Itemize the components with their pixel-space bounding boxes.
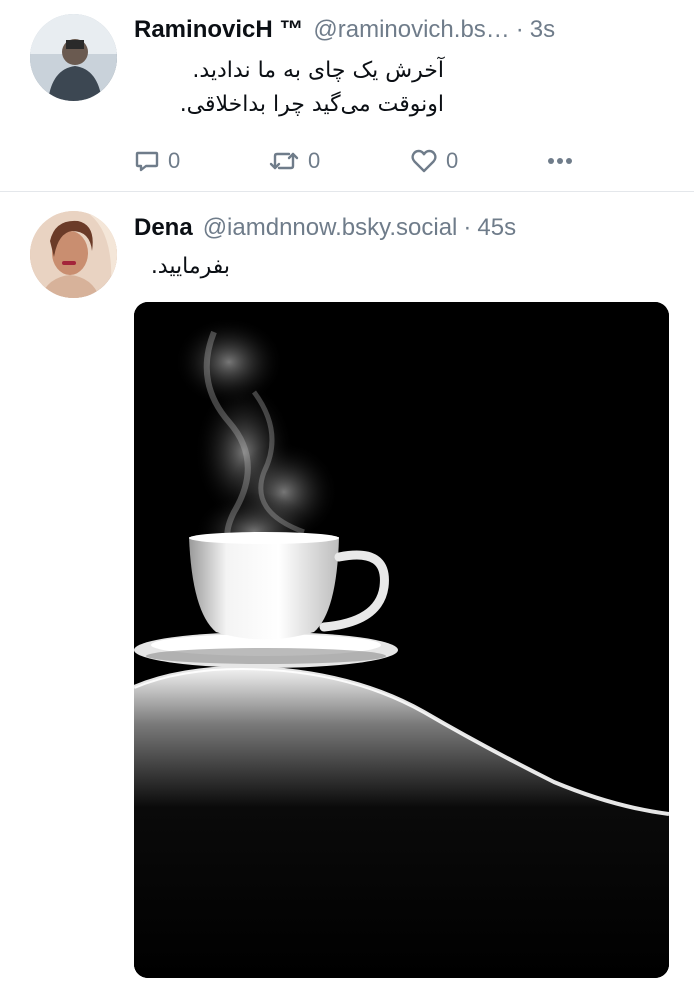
author-avatar[interactable] <box>30 14 117 101</box>
repost-button[interactable]: 0 <box>268 145 320 177</box>
avatar-image <box>30 211 117 298</box>
header-separator: · <box>515 16 524 43</box>
author-handle[interactable]: @iamdnnow.bsky.social <box>203 212 458 244</box>
repost-count: 0 <box>308 148 321 173</box>
post-text-line: آخرش یک چای به ما ندادید. <box>192 58 444 83</box>
more-icon <box>546 148 574 174</box>
post-text: بفرمایید. <box>134 250 230 284</box>
post-header: RaminovicH ™ @raminovich.bs… · 3s <box>134 14 674 46</box>
post-text-line: اونوقت می‌گید چرا بداخلاقی. <box>179 92 444 117</box>
post-header: Dena @iamdnnow.bsky.social · 45s <box>134 212 674 244</box>
author-handle[interactable]: @raminovich.bs… <box>313 14 509 46</box>
post-timestamp[interactable]: 45s <box>477 212 516 244</box>
avatar-image <box>30 14 117 101</box>
author-display-name[interactable]: Dena <box>134 212 193 244</box>
header-separator: · <box>463 214 472 241</box>
post-actions: 0 0 0 <box>134 145 594 177</box>
feed-post[interactable]: Dena @iamdnnow.bsky.social · 45s بفرمایی… <box>0 192 694 1000</box>
post-text: آخرش یک چای به ما ندادید. اونوقت می‌گید … <box>134 54 444 122</box>
like-count: 0 <box>446 148 459 173</box>
reply-count: 0 <box>168 148 181 173</box>
author-avatar[interactable] <box>30 211 117 298</box>
feed-post[interactable]: RaminovicH ™ @raminovich.bs… · 3s آخرش ی… <box>0 0 694 192</box>
like-button[interactable]: 0 <box>410 145 458 177</box>
post-image[interactable] <box>134 302 669 978</box>
reply-icon <box>134 148 160 174</box>
post-text-line: بفرمایید. <box>150 254 230 279</box>
author-display-name[interactable]: RaminovicH ™ <box>134 14 303 46</box>
reply-button[interactable]: 0 <box>134 145 180 177</box>
repost-icon <box>268 148 300 174</box>
post-timestamp[interactable]: 3s <box>530 14 555 46</box>
heart-icon <box>410 148 438 174</box>
teacup-image <box>134 302 669 978</box>
more-options-button[interactable] <box>546 145 574 177</box>
